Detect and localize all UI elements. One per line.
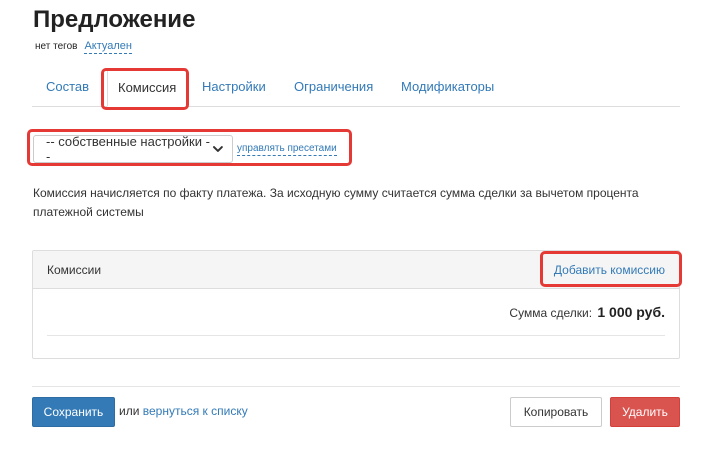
tags-text: нет тегов (35, 41, 78, 52)
tab-commission[interactable]: Комиссия (107, 68, 188, 107)
page-title: Предложение (33, 6, 196, 33)
tab-modifiers[interactable]: Модификаторы (401, 68, 494, 106)
form-footer: Сохранить или вернуться к списку Копиров… (32, 397, 680, 427)
commissions-panel-header: Комиссии Добавить комиссию (33, 251, 679, 289)
tab-settings[interactable]: Настройки (202, 68, 266, 106)
copy-button[interactable]: Копировать (510, 397, 602, 427)
add-commission-link[interactable]: Добавить комиссию (554, 263, 665, 277)
deal-sum-row: Сумма сделки: 1 000 руб. (47, 289, 665, 336)
tab-restrictions[interactable]: Ограничения (294, 68, 373, 106)
tab-composition[interactable]: Состав (46, 68, 89, 106)
deal-sum-value: 1 000 руб. (597, 304, 665, 320)
commissions-panel-body: Сумма сделки: 1 000 руб. (33, 289, 679, 336)
chevron-down-icon (213, 146, 224, 152)
or-back-text: или вернуться к списку (119, 397, 248, 425)
preset-row: -- собственные настройки -- управлять пр… (33, 134, 337, 164)
preset-select-value: -- собственные настройки -- (46, 134, 210, 164)
deal-sum-label: Сумма сделки: (509, 306, 593, 320)
preset-select[interactable]: -- собственные настройки -- (33, 134, 233, 164)
commissions-panel-title: Комиссии (47, 262, 102, 277)
commissions-panel: Комиссии Добавить комиссию Сумма сделки:… (32, 250, 680, 359)
page-meta: нет тегов Актуален (35, 40, 132, 54)
commission-description: Комиссия начисляется по факту платежа. З… (33, 186, 639, 219)
save-button[interactable]: Сохранить (32, 397, 115, 427)
footer-divider (32, 386, 680, 387)
delete-button[interactable]: Удалить (610, 397, 680, 427)
tab-bar: Состав Комиссия Настройки Ограничения Мо… (32, 68, 680, 107)
status-link[interactable]: Актуален (84, 40, 132, 54)
offer-page: Предложение нет тегов Актуален Состав Ко… (0, 0, 711, 458)
or-text: или (119, 404, 140, 418)
back-to-list-link[interactable]: вернуться к списку (143, 404, 248, 418)
manage-presets-link[interactable]: управлять пресетами (237, 143, 337, 156)
